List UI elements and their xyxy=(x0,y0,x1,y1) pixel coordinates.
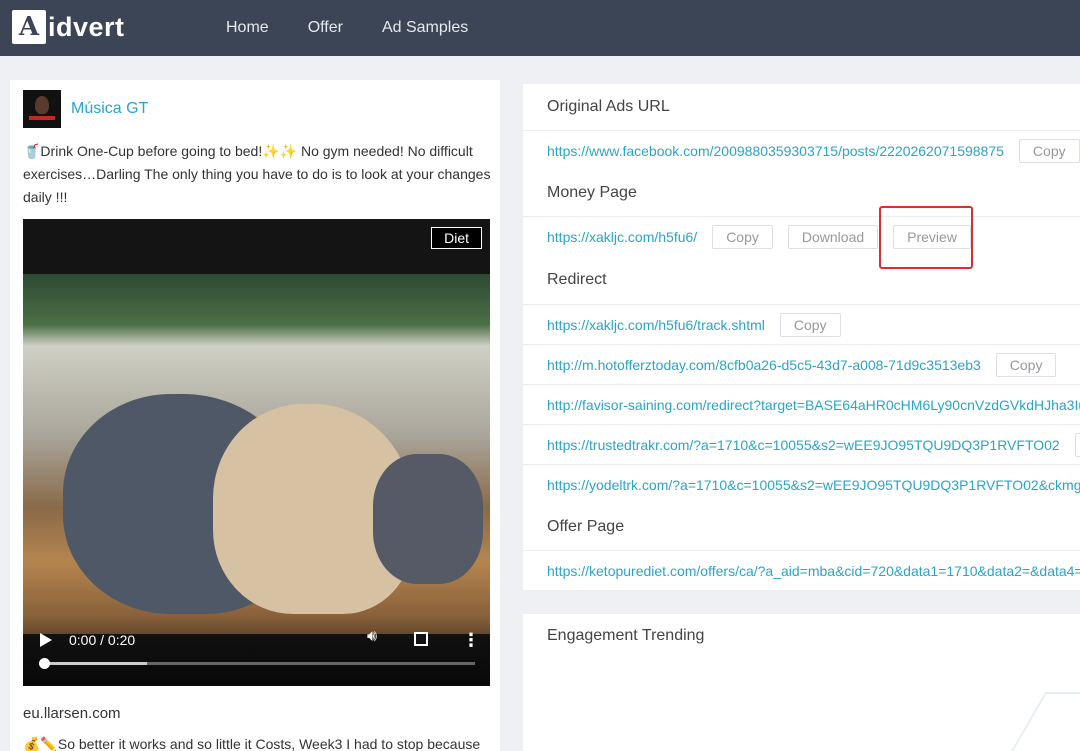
engagement-trending-panel: Engagement Trending xyxy=(523,614,1080,751)
main-nav: Home Offer Ad Samples xyxy=(226,0,507,56)
play-icon[interactable] xyxy=(40,633,52,647)
redirect-row: https://trustedtrakr.com/?a=1710&c=10055… xyxy=(523,424,1080,464)
redirect-link[interactable]: https://xakljc.com/h5fu6/track.shtml xyxy=(547,317,765,333)
chart-placeholder-icon xyxy=(1010,692,1080,751)
engagement-title: Engagement Trending xyxy=(547,627,705,644)
top-navbar: A idvert Home Offer Ad Samples xyxy=(0,0,1080,56)
more-options-icon[interactable]: ⋮ xyxy=(462,631,480,649)
copy-button[interactable]: Copy xyxy=(1074,432,1080,457)
logo[interactable]: A idvert xyxy=(12,8,125,46)
offer-page-link[interactable]: https://ketopurediet.com/offers/ca/?a_ai… xyxy=(547,563,1080,579)
redirect-row: https://yodeltrk.com/?a=1710&c=10055&s2=… xyxy=(523,464,1080,504)
post-text: 🥤Drink One-Cup before going to bed!✨✨ No… xyxy=(23,143,491,205)
money-page-row: https://xakljc.com/h5fu6/ Copy Download … xyxy=(523,216,1080,256)
video-progress-fill xyxy=(43,662,147,665)
copy-button[interactable]: Copy xyxy=(712,224,773,249)
video-figure-arm xyxy=(373,454,483,584)
logo-text: idvert xyxy=(48,11,125,42)
copy-button[interactable]: Copy xyxy=(779,312,841,337)
video-controls: 0:00 / 0:20 🔊︎ ⋮ xyxy=(23,616,490,686)
section-title-money: Money Page xyxy=(547,184,637,201)
money-page-link[interactable]: https://xakljc.com/h5fu6/ xyxy=(547,229,697,245)
redirect-row: http://m.hotofferztoday.com/8cfb0a26-d5c… xyxy=(523,344,1080,384)
preview-highlight-box xyxy=(879,206,973,269)
video-time: 0:00 / 0:20 xyxy=(69,632,136,648)
logo-badge: A xyxy=(12,10,46,44)
redirect-link[interactable]: http://m.hotofferztoday.com/8cfb0a26-d5c… xyxy=(547,357,981,373)
landing-domain: eu.llarsen.com xyxy=(23,705,121,722)
redirect-link[interactable]: https://trustedtrakr.com/?a=1710&c=10055… xyxy=(547,437,1060,453)
redirect-link[interactable]: http://favisor-saining.com/redirect?targ… xyxy=(547,397,1080,413)
avatar[interactable] xyxy=(23,90,61,128)
nav-offer[interactable]: Offer xyxy=(308,19,343,37)
copy-button[interactable]: Copy xyxy=(1018,138,1080,163)
section-title-offer: Offer Page xyxy=(547,518,625,535)
redirect-row: https://xakljc.com/h5fu6/track.shtml Cop… xyxy=(523,304,1080,344)
section-title-redirect: Redirect xyxy=(547,271,607,288)
download-button[interactable]: Download xyxy=(787,224,879,249)
ad-post-card: Música GT 🥤Drink One-Cup before going to… xyxy=(10,80,500,751)
original-url-link[interactable]: https://www.facebook.com/200988035930371… xyxy=(547,143,1004,159)
video-player[interactable]: Diet 0:00 / 0:20 🔊︎ ⋮ xyxy=(23,219,490,686)
post-text-second: 💰✏️So better it works and so little it C… xyxy=(23,736,481,751)
video-progress-handle[interactable] xyxy=(39,658,50,669)
copy-button[interactable]: Copy xyxy=(995,352,1057,377)
category-tag: Diet xyxy=(431,227,482,249)
nav-ad-samples[interactable]: Ad Samples xyxy=(382,19,468,37)
original-url-row: https://www.facebook.com/200988035930371… xyxy=(523,130,1080,170)
section-title-original: Original Ads URL xyxy=(547,98,670,115)
offer-page-row: https://ketopurediet.com/offers/ca/?a_ai… xyxy=(523,550,1080,590)
post-author: Música GT xyxy=(23,90,148,128)
url-chain-panel: Original Ads URL https://www.facebook.co… xyxy=(523,84,1080,590)
video-frame xyxy=(23,274,490,634)
redirect-link[interactable]: https://yodeltrk.com/?a=1710&c=10055&s2=… xyxy=(547,477,1080,493)
video-progress-bar[interactable] xyxy=(39,658,475,669)
volume-icon[interactable]: 🔊︎ xyxy=(367,628,377,646)
fullscreen-icon[interactable] xyxy=(414,632,428,646)
redirect-row: http://favisor-saining.com/redirect?targ… xyxy=(523,384,1080,424)
author-name-link[interactable]: Música GT xyxy=(71,100,148,118)
nav-home[interactable]: Home xyxy=(226,19,269,37)
